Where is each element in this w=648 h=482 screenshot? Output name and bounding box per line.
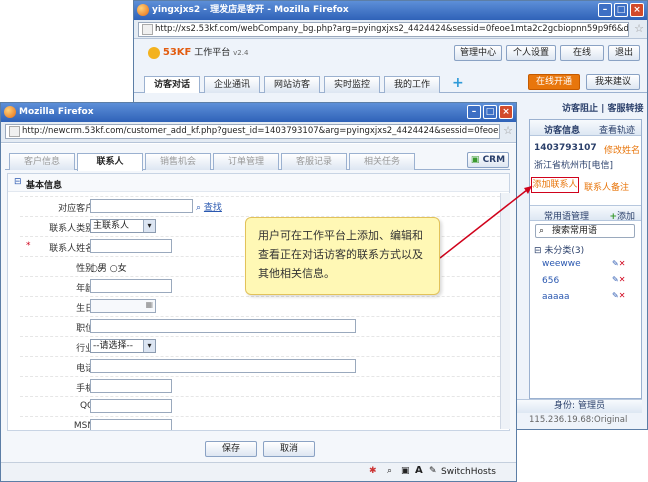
callout-box: 用户可在工作平台上添加、编辑和查看正在对话访客的联系方式以及其他相关信息。 [245,217,440,295]
